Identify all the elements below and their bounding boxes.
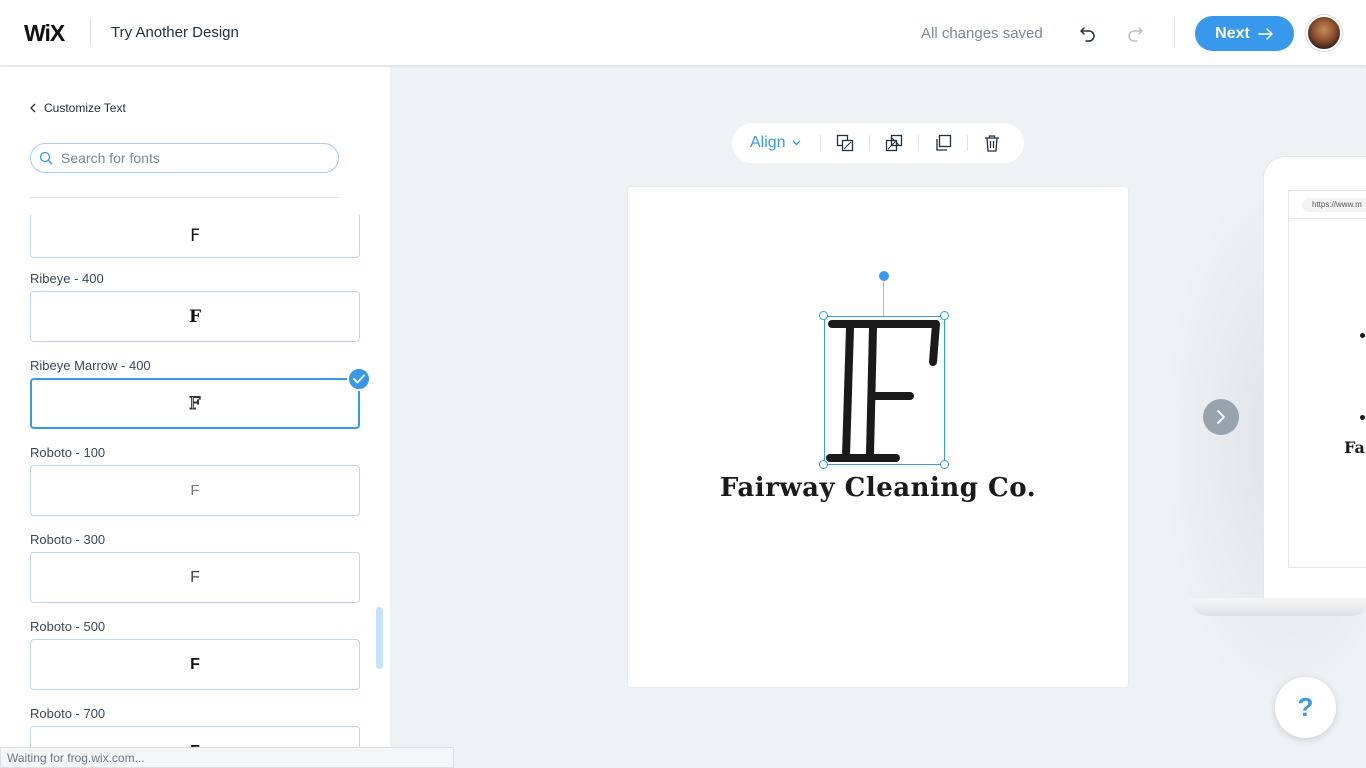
font-label: Roboto - 500 xyxy=(30,619,106,634)
back-to-customize-text[interactable]: Customize Text xyxy=(30,101,126,115)
font-sample: F xyxy=(190,482,200,499)
browser-status-bar: Waiting for frog.wix.com... xyxy=(0,747,454,768)
save-status: All changes saved xyxy=(921,25,1043,42)
resize-handle-tl[interactable] xyxy=(819,311,828,320)
back-label: Customize Text xyxy=(44,101,126,115)
preview-divider xyxy=(1289,218,1366,219)
font-sample-box[interactable]: F xyxy=(30,639,360,690)
preview-logo-mark xyxy=(1360,415,1365,420)
resize-handle-bl[interactable] xyxy=(819,460,828,469)
font-label: Roboto - 300 xyxy=(30,532,106,547)
rotate-handle[interactable] xyxy=(879,271,889,281)
rotate-handle-line xyxy=(883,281,884,316)
help-button[interactable]: ? xyxy=(1275,677,1336,738)
element-toolbar: Align xyxy=(732,123,1024,163)
font-sample-box[interactable]: F xyxy=(30,552,360,603)
preview-logo-mark xyxy=(1360,333,1365,338)
undo-icon[interactable] xyxy=(1077,22,1099,44)
font-item-roboto-100[interactable]: Roboto - 100 F xyxy=(30,445,360,516)
align-label: Align xyxy=(750,134,786,151)
next-preview-button[interactable] xyxy=(1203,399,1239,435)
header-divider xyxy=(90,20,91,46)
font-sample-box[interactable]: F xyxy=(30,215,360,258)
selection-box xyxy=(824,316,945,465)
font-item-ribeye-marrow-400[interactable]: Ribeye Marrow - 400 F xyxy=(30,358,371,429)
toolbar-divider xyxy=(967,135,968,151)
duplicate-icon[interactable] xyxy=(931,131,955,155)
brand-name-text[interactable]: Fairway Cleaning Co. xyxy=(628,473,1128,503)
chevron-left-icon xyxy=(30,103,36,113)
laptop-screen xyxy=(1288,190,1366,568)
font-label: Roboto - 100 xyxy=(30,445,106,460)
align-dropdown[interactable]: Align xyxy=(750,134,820,152)
font-label: Ribeye Marrow - 400 xyxy=(30,358,151,373)
next-button[interactable]: Next xyxy=(1195,16,1294,51)
bring-forward-icon[interactable] xyxy=(833,131,857,155)
laptop-base xyxy=(1190,598,1366,616)
search-input[interactable] xyxy=(61,150,321,166)
toolbar-divider xyxy=(918,135,919,151)
top-bar: WiX Try Another Design All changes saved… xyxy=(0,0,1366,66)
font-sample-box[interactable]: F xyxy=(30,291,360,342)
toolbar-divider xyxy=(820,135,821,151)
font-sample: F xyxy=(190,568,200,586)
redo-icon[interactable] xyxy=(1124,22,1146,44)
next-button-label: Next xyxy=(1215,24,1250,42)
font-sample: F xyxy=(189,226,201,246)
toolbar-divider xyxy=(869,135,870,151)
font-sample-box-selected[interactable]: F xyxy=(30,367,371,429)
font-item-roboto-300[interactable]: Roboto - 300 F xyxy=(30,532,360,603)
resize-handle-tr[interactable] xyxy=(940,311,949,320)
font-label: Ribeye - 400 xyxy=(30,271,104,286)
preview-url-bar: https://www.m xyxy=(1302,198,1366,212)
font-panel: Customize Text F Ribeye - 400 F Ribeye M… xyxy=(0,67,390,768)
wix-logo[interactable]: WiX xyxy=(24,20,65,47)
font-item-ribeye-400[interactable]: Ribeye - 400 F xyxy=(30,271,360,342)
search-icon xyxy=(39,151,53,165)
font-item[interactable]: F xyxy=(30,215,360,258)
font-sample: F xyxy=(190,655,200,673)
font-label: Roboto - 700 xyxy=(30,706,106,721)
header-divider-right xyxy=(1174,18,1175,48)
panel-divider xyxy=(30,197,339,198)
send-backward-icon[interactable] xyxy=(882,131,906,155)
selected-check-icon xyxy=(347,367,371,391)
font-item-roboto-500[interactable]: Roboto - 500 F xyxy=(30,619,360,690)
font-list: F Ribeye - 400 F Ribeye Marrow - 400 F R… xyxy=(0,215,390,768)
panel-scrollbar[interactable] xyxy=(376,607,383,669)
preview-brand-text: Fa xyxy=(1344,438,1365,457)
arrow-right-icon xyxy=(1258,27,1273,40)
font-sample: F xyxy=(188,306,202,327)
chevron-right-icon xyxy=(1217,410,1225,424)
delete-icon[interactable] xyxy=(980,131,1004,155)
logo-artboard[interactable]: F Fairway Cleaning Co. xyxy=(628,187,1128,687)
user-avatar[interactable] xyxy=(1306,15,1342,51)
font-sample-box[interactable]: F xyxy=(30,465,360,516)
page-title: Try Another Design xyxy=(111,24,239,41)
font-search[interactable] xyxy=(30,143,339,173)
chevron-down-icon xyxy=(792,140,801,146)
font-sample: F xyxy=(189,393,202,414)
resize-handle-br[interactable] xyxy=(940,460,949,469)
